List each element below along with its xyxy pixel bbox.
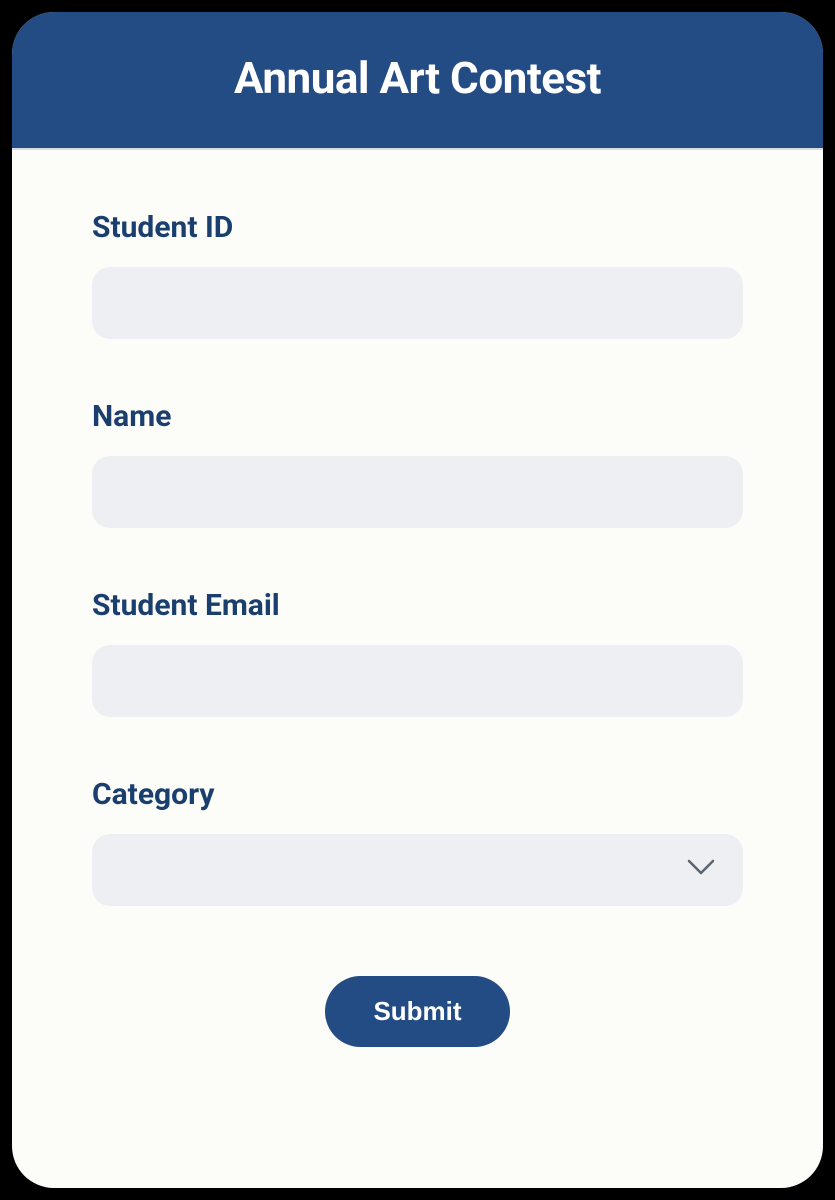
category-field-group: Category xyxy=(92,777,743,906)
category-select[interactable] xyxy=(92,834,743,906)
email-field-group: Student Email xyxy=(92,588,743,717)
student-id-field-group: Student ID xyxy=(92,210,743,339)
email-input[interactable] xyxy=(92,645,743,717)
submit-wrapper: Submit xyxy=(92,976,743,1047)
form-card: Annual Art Contest Student ID Name Stude… xyxy=(12,12,823,1188)
student-id-input[interactable] xyxy=(92,267,743,339)
email-label: Student Email xyxy=(92,588,743,623)
form-title: Annual Art Contest xyxy=(32,52,803,104)
form-header: Annual Art Contest xyxy=(12,12,823,150)
name-field-group: Name xyxy=(92,399,743,528)
name-label: Name xyxy=(92,399,743,434)
submit-button[interactable]: Submit xyxy=(325,976,509,1047)
student-id-label: Student ID xyxy=(92,210,743,245)
name-input[interactable] xyxy=(92,456,743,528)
form-body: Student ID Name Student Email Category xyxy=(12,150,823,1188)
category-select-wrapper xyxy=(92,834,743,906)
category-label: Category xyxy=(92,777,743,812)
